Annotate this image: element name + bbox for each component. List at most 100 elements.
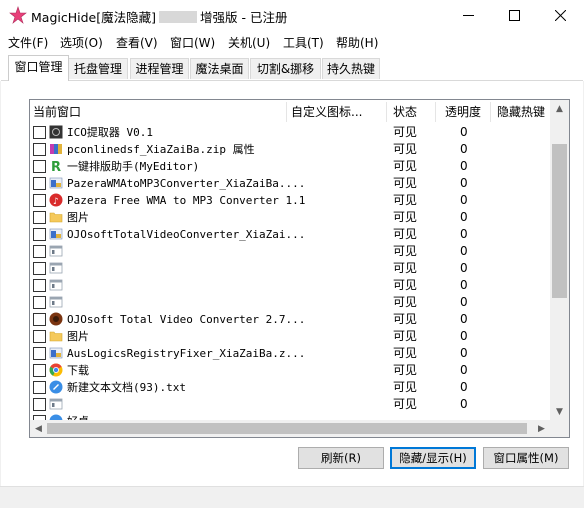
tab-persistent-hotkeys[interactable]: 持久热键 xyxy=(322,58,380,79)
column-divider[interactable] xyxy=(435,102,436,122)
row-status: 可见 xyxy=(393,380,418,394)
row-transparency: 0 xyxy=(460,346,468,360)
list-item[interactable]: ICO提取器 V0.1 可见 0 xyxy=(30,124,550,141)
scroll-down-arrow-icon[interactable]: ▼ xyxy=(551,403,568,420)
column-header-hide-hotkey[interactable]: 隐藏热键 xyxy=(494,100,553,124)
maximize-icon xyxy=(508,10,520,21)
minimize-button[interactable] xyxy=(445,0,491,31)
scroll-right-arrow-icon[interactable]: ▶ xyxy=(533,420,550,437)
row-checkbox[interactable] xyxy=(33,245,46,258)
horizontal-scroll-thumb[interactable] xyxy=(47,423,527,434)
maximize-button[interactable] xyxy=(491,0,537,31)
list-item[interactable]: 图片 可见 0 xyxy=(30,209,550,226)
tab-cut-move[interactable]: 切割&挪移 xyxy=(250,58,321,79)
list-item[interactable]: PazeraWMAtoMP3Converter_XiaZaiBa.... 可见 0 xyxy=(30,175,550,192)
list-item[interactable]: pconlinedsf_XiaZaiBa.zip 属性 可见 0 xyxy=(30,141,550,158)
row-checkbox[interactable] xyxy=(33,398,46,411)
list-item[interactable]: 可见 0 xyxy=(30,396,550,413)
hide-show-button[interactable]: 隐藏/显示(H) xyxy=(390,447,476,469)
row-checkbox[interactable] xyxy=(33,347,46,360)
list-item[interactable]: 新建文本文档(93).txt 可见 0 xyxy=(30,379,550,396)
blank-window-icon xyxy=(49,397,63,411)
scroll-up-arrow-icon[interactable]: ▲ xyxy=(551,100,568,117)
blank-window-icon xyxy=(49,295,63,309)
row-status: 可见 xyxy=(393,176,418,190)
tab-process-management[interactable]: 进程管理 xyxy=(130,58,189,79)
vertical-scroll-thumb[interactable] xyxy=(552,144,567,298)
row-transparency: 0 xyxy=(460,278,468,292)
row-checkbox[interactable] xyxy=(33,143,46,156)
winrar-icon xyxy=(49,142,63,156)
row-checkbox[interactable] xyxy=(33,126,46,139)
row-checkbox[interactable] xyxy=(33,194,46,207)
refresh-button[interactable]: 刷新(R) xyxy=(298,447,384,469)
row-window-name: 图片 xyxy=(67,330,89,343)
menu-help[interactable]: 帮助(H) xyxy=(336,33,378,52)
row-checkbox[interactable] xyxy=(33,228,46,241)
scrollbar-corner xyxy=(550,420,569,437)
column-header-transparency[interactable]: 透明度 xyxy=(442,100,490,124)
row-window-name: 图片 xyxy=(67,211,89,224)
row-window-name: 下载 xyxy=(67,364,89,377)
scroll-left-arrow-icon[interactable]: ◀ xyxy=(30,420,47,437)
menu-tools[interactable]: 工具(T) xyxy=(283,33,324,52)
row-window-name: Pazera Free WMA to MP3 Converter 1.1 xyxy=(67,194,306,207)
list-item[interactable]: 可见 0 xyxy=(30,277,550,294)
column-header-current-window[interactable]: 当前窗口 xyxy=(30,100,285,124)
row-checkbox[interactable] xyxy=(33,330,46,343)
row-checkbox[interactable] xyxy=(33,160,46,173)
column-divider[interactable] xyxy=(490,102,491,122)
row-checkbox[interactable] xyxy=(33,177,46,190)
tab-magic-desktop[interactable]: 魔法桌面 xyxy=(190,58,249,79)
column-header-custom-icon[interactable]: 自定义图标... xyxy=(288,100,386,124)
tab-window-management[interactable]: 窗口管理 xyxy=(8,55,69,81)
list-item[interactable]: 可见 0 xyxy=(30,294,550,311)
window-list[interactable]: 当前窗口 自定义图标... 状态 透明度 隐藏热键 ICO提取器 V0.1 可见 0… xyxy=(29,99,570,438)
row-status: 可见 xyxy=(393,329,418,343)
row-transparency: 0 xyxy=(460,159,468,173)
chrome-icon xyxy=(49,363,63,377)
installer-icon xyxy=(49,176,63,190)
menu-view[interactable]: 查看(V) xyxy=(116,33,158,52)
title-bar[interactable]: MagicHide[魔法隐藏] 增强版 - 已注册 xyxy=(0,0,584,31)
tab-strip: 窗口管理 托盘管理 进程管理 魔法桌面 切割&挪移 持久热键 xyxy=(0,53,584,81)
list-item[interactable]: OJOsoftTotalVideoConverter_XiaZai... 可见 0 xyxy=(30,226,550,243)
column-divider[interactable] xyxy=(286,102,287,122)
row-status: 可见 xyxy=(393,193,418,207)
menu-shutdown[interactable]: 关机(U) xyxy=(228,33,270,52)
list-item[interactable]: 可见 0 xyxy=(30,260,550,277)
menu-bar: 文件(F) 选项(O) 查看(V) 窗口(W) 关机(U) 工具(T) 帮助(H… xyxy=(0,31,584,53)
close-button[interactable] xyxy=(537,0,583,31)
row-checkbox[interactable] xyxy=(33,262,46,275)
row-transparency: 0 xyxy=(460,193,468,207)
row-transparency: 0 xyxy=(460,329,468,343)
row-checkbox[interactable] xyxy=(33,296,46,309)
column-header-status[interactable]: 状态 xyxy=(390,100,437,124)
row-checkbox[interactable] xyxy=(33,211,46,224)
list-item[interactable]: 下载 可见 0 xyxy=(30,362,550,379)
menu-window[interactable]: 窗口(W) xyxy=(170,33,215,52)
r-letter-icon: R xyxy=(49,159,63,175)
menu-options[interactable]: 选项(O) xyxy=(60,33,103,52)
row-window-name: ICO提取器 V0.1 xyxy=(67,126,153,139)
list-item[interactable]: 可见 0 xyxy=(30,243,550,260)
row-transparency: 0 xyxy=(460,380,468,394)
column-divider[interactable] xyxy=(386,102,387,122)
row-transparency: 0 xyxy=(460,261,468,275)
row-checkbox[interactable] xyxy=(33,381,46,394)
row-status: 可见 xyxy=(393,278,418,292)
list-item[interactable]: R 一键排版助手(MyEditor) 可见 0 xyxy=(30,158,550,175)
menu-file[interactable]: 文件(F) xyxy=(8,33,48,52)
row-checkbox[interactable] xyxy=(33,364,46,377)
row-checkbox[interactable] xyxy=(33,279,46,292)
list-item[interactable]: OJOsoft Total Video Converter 2.7... 可见 0 xyxy=(30,311,550,328)
list-item[interactable]: ♪ Pazera Free WMA to MP3 Converter 1.1 可见 0 xyxy=(30,192,550,209)
window-properties-button[interactable]: 窗口属性(M) xyxy=(483,447,569,469)
tab-tray-management[interactable]: 托盘管理 xyxy=(68,58,128,79)
list-item[interactable]: AusLogicsRegistryFixer_XiaZaiBa.z... 可见 0 xyxy=(30,345,550,362)
row-checkbox[interactable] xyxy=(33,313,46,326)
row-transparency: 0 xyxy=(460,142,468,156)
row-status: 可见 xyxy=(393,363,418,377)
list-item[interactable]: 图片 可见 0 xyxy=(30,328,550,345)
row-status: 可见 xyxy=(393,261,418,275)
